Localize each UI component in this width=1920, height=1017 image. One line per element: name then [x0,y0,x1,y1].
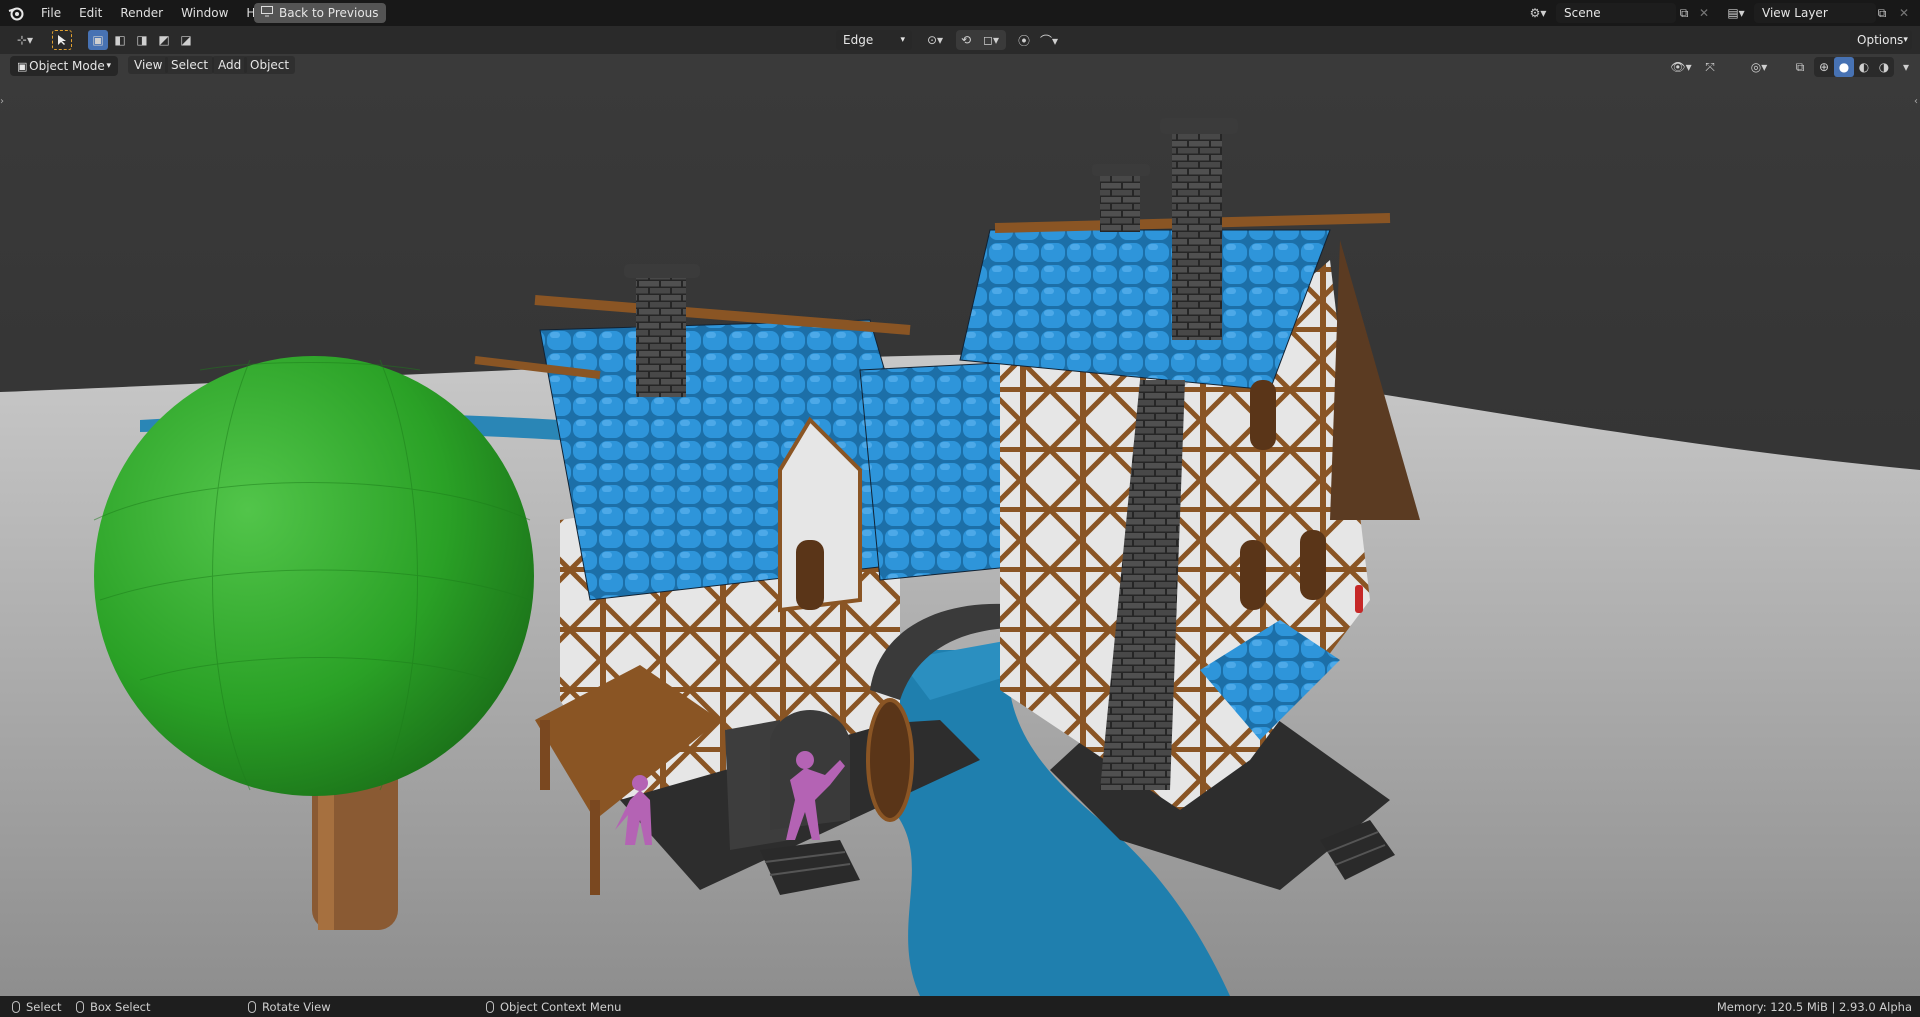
status-rotate-view-label: Rotate View [262,999,331,1014]
overlay-icon[interactable]: ◎▾ [1744,57,1774,77]
snap-icon[interactable]: ⟲ [956,30,976,50]
3d-viewport[interactable]: › ‹ [0,54,1920,996]
mouse-left-icon [12,1000,20,1013]
mouse-middle-icon [248,1000,256,1013]
menu-object[interactable]: Object [244,56,296,74]
menu-add[interactable]: Add [212,56,248,74]
proportional-falloff-icon[interactable]: ⌒▾ [1034,30,1064,50]
visibility-icon[interactable]: 👁▾ [1666,57,1696,77]
blender-logo-icon[interactable] [6,3,26,23]
proportional-icon[interactable]: ⦿ [1014,30,1034,50]
status-box-select-label: Box Select [90,999,151,1014]
mouse-drag-icon [76,1000,84,1013]
menu-view[interactable]: View [128,56,169,74]
select-invert-icon[interactable]: ◩ [154,30,174,50]
editor-type-icon[interactable]: ⊹▾ [10,30,40,50]
snap-target-value: Edge [843,33,874,47]
delete-scene-icon[interactable]: ✕ [1694,3,1714,23]
status-box-select: Box Select [76,996,151,1017]
status-context-menu: Object Context Menu [486,996,621,1017]
shading-material-icon[interactable]: ◐ [1854,57,1874,77]
options-label: Options [1857,33,1904,47]
snap-element-icon[interactable]: ◻▾ [976,30,1006,50]
back-icon [261,6,273,20]
select-tool-icon[interactable] [52,30,72,50]
object-mode-dropdown[interactable]: ▣ Object Mode ▾ [10,56,118,76]
back-to-previous-label: Back to Previous [279,6,379,20]
tool-header: ⊹▾ ▣ ◧ ◨ ◩ ◪ Edge ▾ ⊙▾ ⟲ ◻▾ ⦿ ⌒▾ Options… [0,26,1920,54]
memory-version-info: Memory: 120.5 MiB | 2.93.0 Alpha [1716,999,1912,1014]
sidebar-toggle-icon[interactable]: ‹ [1914,96,1918,107]
scene-render [0,54,1920,996]
mouse-right-icon [486,1000,494,1013]
status-select: Select [12,996,61,1017]
snap-target-dropdown[interactable]: Edge ▾ [836,30,912,50]
view-layer-field[interactable]: View Layer [1754,3,1876,23]
viewport-header: ▣ Object Mode ▾ View Select Add Object 👁… [0,54,1920,80]
scene-browse-icon[interactable]: ⚙▾ [1524,3,1552,23]
select-box-icon[interactable]: ▣ [88,30,108,50]
gizmo-icon[interactable]: ⤧ [1700,57,1720,77]
toolbar-toggle-icon[interactable]: › [0,96,4,107]
shading-rendered-icon[interactable]: ◑ [1874,57,1894,77]
new-view-layer-icon[interactable]: ⧉ [1872,3,1892,23]
scene-name-field[interactable]: Scene [1556,3,1676,23]
menu-select[interactable]: Select [165,56,215,74]
status-select-label: Select [26,999,62,1014]
shading-solid-icon[interactable]: ● [1834,57,1854,77]
xray-icon[interactable]: ⧉ [1790,57,1810,77]
delete-view-layer-icon[interactable]: ✕ [1894,3,1914,23]
new-scene-icon[interactable]: ⧉ [1674,3,1694,23]
options-dropdown[interactable]: Options ▾ [1850,30,1912,50]
menu-render[interactable]: Render [111,0,172,26]
status-context-menu-label: Object Context Menu [500,999,622,1014]
status-info: Memory: 120.5 MiB | 2.93.0 Alpha [1717,996,1912,1017]
object-mode-icon: ▣ [17,59,28,73]
select-intersect-icon[interactable]: ◪ [176,30,196,50]
back-to-previous-button[interactable]: Back to Previous [254,3,386,23]
status-rotate-view: Rotate View [248,996,331,1017]
shading-wireframe-icon[interactable]: ⊕ [1814,57,1834,77]
view-layer-name: View Layer [1762,6,1828,20]
menu-edit[interactable]: Edit [70,0,111,26]
object-mode-label: Object Mode [29,59,105,73]
select-subtract-icon[interactable]: ◨ [132,30,152,50]
view-layer-browse-icon[interactable]: ▤▾ [1722,3,1750,23]
menu-file[interactable]: File [32,0,70,26]
chevron-down-icon: ▾ [1903,35,1908,45]
scene-name: Scene [1564,6,1601,20]
top-menu-bar: File Edit Render Window Help Back to Pre… [0,0,1920,26]
shading-options-icon[interactable]: ▾ [1896,57,1916,77]
pivot-point-icon[interactable]: ⊙▾ [920,30,950,50]
chevron-down-icon: ▾ [106,61,111,71]
menu-window[interactable]: Window [172,0,237,26]
status-bar: Select Box Select Rotate View Object Con… [0,996,1920,1017]
chevron-down-icon: ▾ [900,35,905,45]
select-extend-icon[interactable]: ◧ [110,30,130,50]
